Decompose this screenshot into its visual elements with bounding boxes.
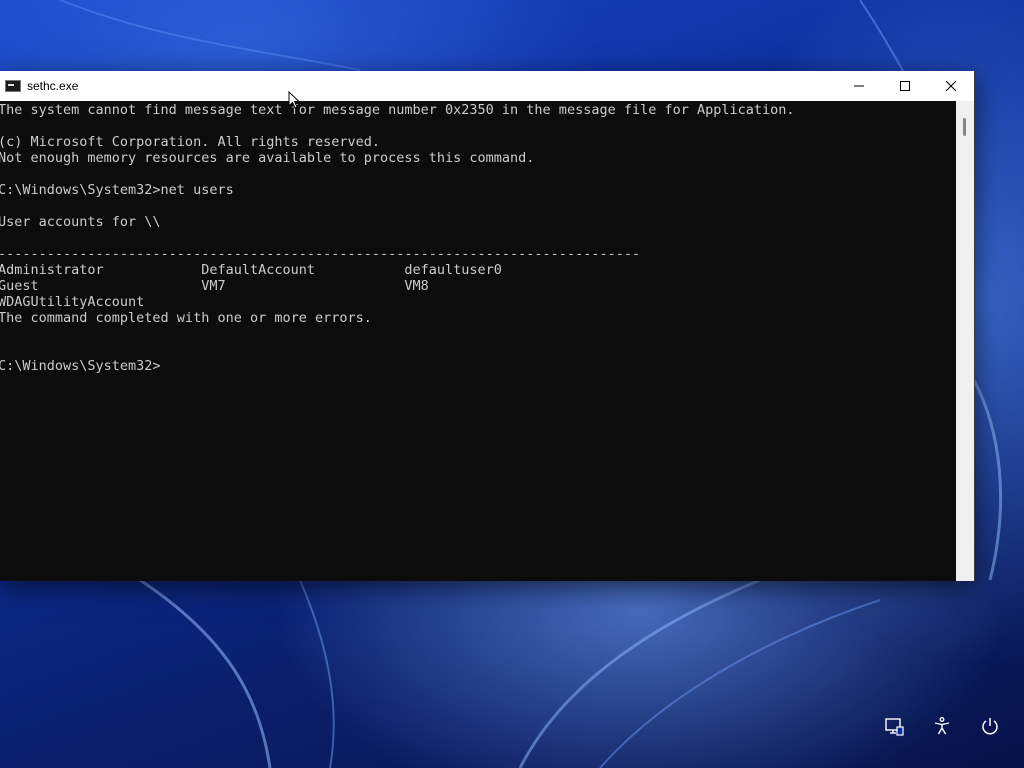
console-line: Administrator DefaultAccount defaultuser… (0, 262, 502, 278)
console-line: ----------------------------------------… (0, 246, 641, 262)
console-line: Not enough memory resources are availabl… (0, 150, 535, 166)
window-titlebar[interactable]: sethc.exe (0, 71, 974, 101)
mouse-cursor-icon (288, 91, 300, 109)
console-line: Guest VM7 VM8 (0, 278, 429, 294)
accessibility-icon (934, 717, 950, 735)
network-button[interactable] (880, 712, 908, 740)
accessibility-button[interactable] (928, 712, 956, 740)
network-icon (885, 718, 904, 736)
command-prompt[interactable]: C:\Windows\System32> (0, 358, 795, 374)
minimize-icon (854, 85, 864, 87)
console-line: (c) Microsoft Corporation. All rights re… (0, 134, 381, 150)
power-button[interactable] (976, 712, 1004, 740)
console-line: C:\Windows\System32>net users (0, 182, 234, 198)
minimize-button[interactable] (836, 71, 882, 101)
console-output-area[interactable]: The system cannot find message text for … (0, 101, 956, 581)
console-line: The system cannot find message text for … (0, 102, 795, 118)
close-icon (946, 81, 956, 91)
power-icon (982, 718, 998, 735)
close-button[interactable] (928, 71, 974, 101)
console-output: The system cannot find message text for … (0, 102, 795, 374)
window-title: sethc.exe (27, 79, 79, 93)
vertical-scrollbar[interactable] (956, 101, 974, 581)
maximize-button[interactable] (882, 71, 928, 101)
console-line: User accounts for \\ (0, 214, 161, 230)
console-line: WDAGUtilityAccount (0, 294, 145, 310)
console-app-icon[interactable] (5, 80, 21, 92)
lock-screen-tray (880, 712, 1004, 740)
scrollbar-thumb[interactable] (963, 118, 966, 136)
console-window: sethc.exe The system cannot find message… (0, 71, 975, 581)
maximize-icon (900, 81, 910, 91)
console-line: The command completed with one or more e… (0, 310, 372, 326)
caption-buttons (836, 71, 974, 101)
